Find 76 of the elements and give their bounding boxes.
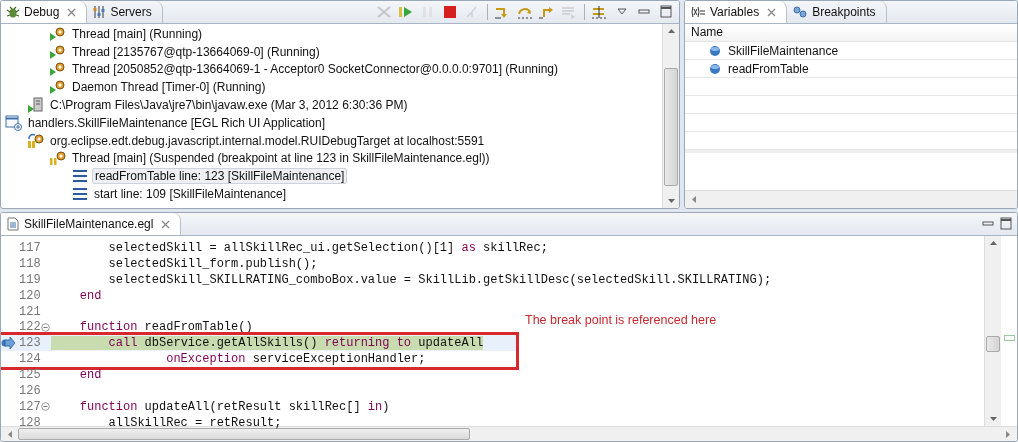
debug-tree-item[interactable]: Thread [main] (Suspended (breakpoint at line 123 in SkillFileMaintenance.egl)) [1,149,662,168]
variables-view-tab[interactable]: Variables [685,1,788,23]
close-icon[interactable] [767,7,777,17]
debug-tree-item[interactable]: C:\Program Files\Java\jre7\bin\javaw.exe (Mar 3, 2012 6:30:36 PM) [1,96,662,114]
code-line: allSkillRec = retResult; [107,415,282,430]
code-line: function readFromTable() [78,320,253,335]
debug-tree-item[interactable]: readFromTable line: 123 [SkillFileMaintenance] [1,167,662,186]
debug-tree-item[interactable]: Thread [2050852@qtp-13664069-1 - Acceptor0 SocketConnector@0.0.0.0:9701] (Running) [1,60,662,79]
running-thread-icon [49,43,67,60]
debug-tree-item[interactable]: handlers.SkillFileMaintenance [EGL Rich UI Application] [1,114,662,132]
step-filters-icon[interactable] [591,4,609,20]
debug-view-tab[interactable]: Debug [1,1,88,23]
fold-icon[interactable] [41,322,50,332]
running-thread-icon [49,79,67,96]
vertical-scrollbar[interactable] [984,236,1001,426]
servers-icon [92,5,107,19]
variable-icon [709,62,721,75]
line-number: 120 [19,288,41,303]
variable-name[interactable]: readFromTable [728,61,809,76]
stack-frame-icon [71,186,89,203]
line-number: 124 [19,352,41,367]
code-line: function updateAll(retResult skillRec[] in) [78,399,390,414]
vertical-scrollbar[interactable] [662,24,679,208]
terminate-icon[interactable] [441,4,459,20]
suspended-thread-icon [49,150,67,167]
variable-name[interactable]: SkillFileMaintenance [728,43,839,58]
running-thread-icon [49,25,67,42]
scroll-thumb[interactable] [664,68,678,186]
code-line: selectedSkill_form.publish(); [107,256,318,271]
scroll-left-icon[interactable] [691,195,698,204]
variables-icon [690,6,706,18]
debug-target-icon [27,132,45,149]
variables-view-tab[interactable]: Breakpoints [787,1,887,23]
bug-icon [6,5,20,19]
close-icon[interactable] [161,219,171,229]
variable-icon [709,44,721,57]
line-number: 125 [19,368,41,383]
debug-tree-item[interactable]: org.eclipse.edt.debug.javascript.internal.model.RUIDebugTarget at localhost:5591 [1,131,662,150]
line-number: 123 [19,336,41,351]
scroll-right-icon[interactable] [1004,429,1011,439]
application-icon [5,114,23,131]
line-number: 119 [19,272,41,287]
close-icon[interactable] [67,7,77,17]
scroll-thumb[interactable] [18,428,470,440]
annotation-label: The break point is referenced here [525,313,717,328]
code-line: selectedSkill = allSkillRec_ui.getSelection()[1] as skillRec; [107,240,548,255]
column-header[interactable]: Name [685,24,1017,42]
stack-frame-icon [71,168,89,185]
line-number: 122 [19,320,41,335]
process-icon [27,97,45,114]
debug-tree-item[interactable]: Daemon Thread [Timer-0] (Running) [1,78,662,97]
maximize-icon[interactable] [999,217,1013,231]
code-line: end [78,288,102,303]
editor-tab[interactable]: SkillFileMaintenance.egl [1,213,182,235]
line-number: 128 [19,415,41,430]
fold-icon[interactable] [41,402,50,412]
line-number: 117 [19,240,41,255]
line-number: 126 [19,383,41,398]
debug-tree-item[interactable]: start line: 109 [SkillFileMaintenance] [1,185,662,203]
breakpoints-icon [792,6,809,18]
debug-tree-item[interactable]: Thread [2135767@qtp-13664069-0] (Running) [1,42,662,61]
line-number: 127 [19,399,41,414]
scroll-left-icon[interactable] [7,429,14,439]
code-line: end [78,368,102,383]
code-line: selectedSkill_SKILLRATING_comboBox.value = SkillLib.getSkillDesc(selectedSkill.SKILLRATING); [107,272,772,287]
debug-tree-item[interactable]: Thread [main] (Running) [1,25,662,43]
overview-marker[interactable] [1004,335,1015,341]
horizontal-scrollbar[interactable] [685,190,1017,208]
running-thread-icon [49,61,67,78]
line-number: 118 [19,256,41,271]
file-icon [6,217,20,231]
code-line: onException serviceExceptionHandler; [165,352,426,367]
maximize-icon[interactable] [657,4,675,20]
line-number: 121 [19,304,41,319]
scroll-thumb[interactable] [986,336,1000,352]
debug-view-tab[interactable]: Servers [87,1,163,23]
